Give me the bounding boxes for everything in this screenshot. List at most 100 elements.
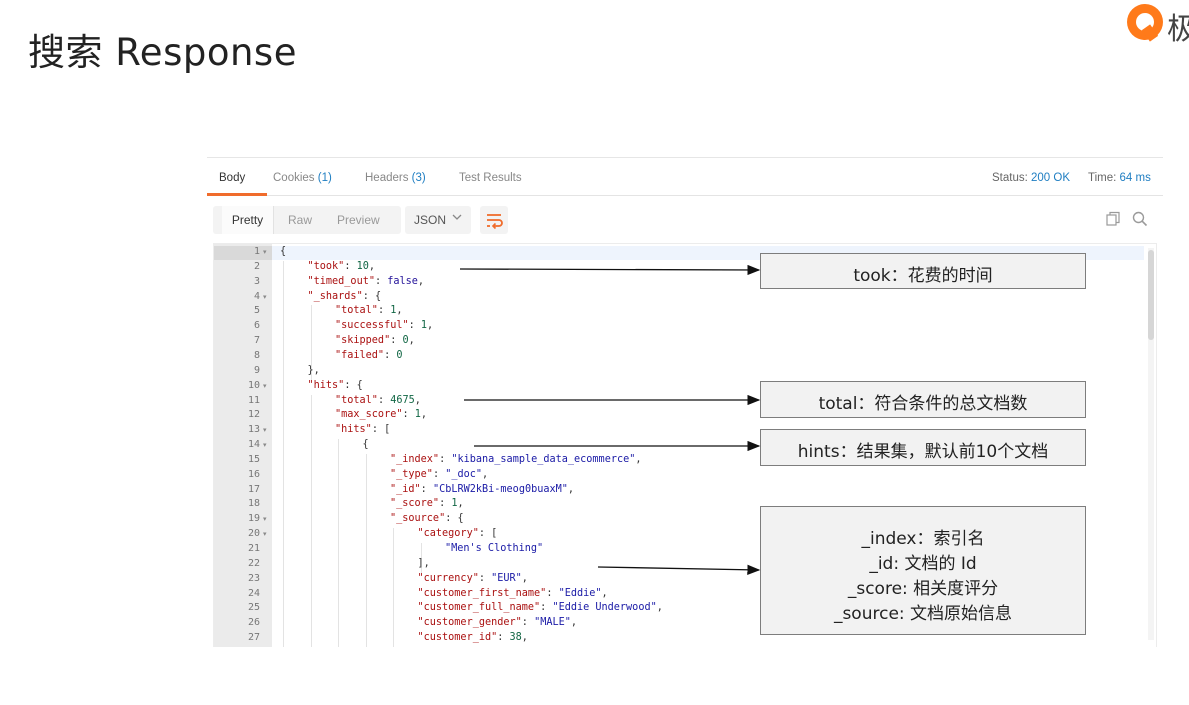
- line-number: 1: [253, 246, 260, 257]
- view-raw-button[interactable]: Raw: [288, 213, 312, 227]
- tab-body[interactable]: Body: [219, 172, 245, 184]
- format-select[interactable]: JSON: [405, 206, 471, 234]
- time-value: 64 ms: [1119, 172, 1151, 184]
- tab-headers-label: Headers: [365, 172, 409, 184]
- line-number: 3: [253, 275, 260, 287]
- tab-cookies[interactable]: Cookies (1): [273, 172, 332, 184]
- response-toolbar: Pretty Raw Preview JSON: [207, 204, 1163, 240]
- format-select-value: JSON: [414, 213, 447, 227]
- code-line: "skipped": 0,: [335, 335, 415, 347]
- line-number: 5: [253, 305, 260, 317]
- code-line: {: [280, 246, 287, 257]
- fold-toggle-icon[interactable]: ▾: [263, 530, 267, 538]
- tab-body-label: Body: [219, 172, 246, 184]
- code-line: },: [307, 364, 320, 376]
- code-line: "Men's Clothing": [445, 543, 544, 554]
- status-label: Status:: [992, 172, 1028, 184]
- editor-scrollbar-thumb[interactable]: [1148, 250, 1154, 340]
- indent-guide: [283, 260, 284, 647]
- response-tab-bar: Body Cookies (1) Headers (3) Test Result…: [207, 158, 1163, 196]
- tab-test-results-label: Test Results: [459, 172, 522, 184]
- annotation-hits-text: hints：结果集，默认前10个文档: [797, 442, 1049, 462]
- tab-test-results[interactable]: Test Results: [459, 172, 522, 184]
- line-number: 14: [247, 439, 260, 451]
- line-number: 9: [253, 364, 260, 376]
- code-line: "total": 4675,: [335, 394, 421, 406]
- indent-guide: [365, 453, 367, 647]
- fold-toggle-icon[interactable]: ▾: [263, 382, 267, 390]
- code-line: "customer_id": 38,: [417, 632, 528, 644]
- fold-toggle-icon[interactable]: ▾: [263, 293, 267, 301]
- line-number: 26: [247, 617, 260, 629]
- wrap-lines-button[interactable]: [480, 206, 508, 234]
- fold-toggle-icon[interactable]: ▾: [263, 248, 267, 256]
- code-line: "_shards": {: [307, 290, 382, 302]
- line-number: 2: [253, 260, 260, 272]
- fold-toggle-icon[interactable]: ▾: [263, 515, 267, 523]
- indent-guide: [393, 528, 394, 647]
- indent-guide: [310, 394, 312, 647]
- view-preview-button[interactable]: Preview: [337, 213, 380, 227]
- line-number: 6: [253, 320, 260, 332]
- line-number: 13: [247, 424, 260, 436]
- code-line: {: [362, 439, 369, 451]
- annotation-index-text: _index：索引名: [861, 529, 985, 549]
- line-number: 10: [247, 379, 260, 391]
- view-mode-switch: Pretty Raw Preview: [213, 206, 401, 234]
- tab-headers[interactable]: Headers (3): [365, 172, 426, 184]
- slide-title: 搜索 Response: [28, 31, 297, 74]
- time-readout: Time: 64 ms: [1088, 172, 1151, 184]
- code-line: "took": 10,: [307, 260, 376, 272]
- indent-guide: [338, 439, 339, 647]
- active-tab-indicator: [207, 193, 267, 196]
- annotation-total: total：符合条件的总文档数: [760, 381, 1086, 418]
- code-line: "_score": 1,: [390, 498, 464, 510]
- line-number: 4: [253, 290, 260, 302]
- code-line: "_source": {: [390, 513, 464, 525]
- line-number: 20: [247, 528, 260, 540]
- line-number: 24: [247, 587, 260, 599]
- code-line: "timed_out": false,: [307, 275, 425, 287]
- line-number: 16: [247, 468, 260, 480]
- line-number: 19: [247, 513, 260, 525]
- code-line: "hits": [: [335, 424, 391, 436]
- view-pretty-button[interactable]: Pretty: [222, 206, 274, 234]
- code-line: "failed": 0: [335, 349, 403, 361]
- code-line: "currency": "EUR",: [417, 572, 528, 584]
- line-number: 25: [247, 602, 260, 614]
- search-icon[interactable]: [1131, 210, 1149, 228]
- code-line: "successful": 1,: [335, 320, 434, 332]
- annotation-score-text: _score: 相关度评分: [847, 579, 999, 599]
- logo-text: 极: [1167, 12, 1189, 44]
- copy-icon[interactable]: [1104, 210, 1122, 228]
- line-number: 8: [253, 349, 260, 361]
- code-line: ],: [417, 557, 430, 569]
- chevron-down-icon: [451, 211, 463, 226]
- fold-toggle-icon[interactable]: ▾: [263, 441, 267, 449]
- code-line: "customer_gender": "MALE",: [417, 617, 578, 629]
- line-number: 12: [247, 409, 260, 421]
- line-number: 21: [247, 543, 260, 554]
- code-line: "customer_first_name": "Eddie",: [417, 587, 608, 599]
- annotation-total-text: total：符合条件的总文档数: [818, 394, 1028, 414]
- logo: 极: [1127, 4, 1189, 44]
- time-label: Time:: [1088, 172, 1117, 184]
- wrap-lines-icon: [487, 214, 503, 230]
- status-value: 200 OK: [1031, 172, 1071, 184]
- tab-headers-count: (3): [411, 172, 426, 184]
- code-line: "_type": "_doc",: [390, 468, 489, 480]
- line-number: 7: [253, 335, 260, 347]
- fold-toggle-icon[interactable]: ▾: [263, 426, 267, 434]
- code-line: "category": [: [417, 528, 498, 540]
- tab-cookies-label: Cookies: [273, 172, 315, 184]
- line-number: 27: [247, 632, 260, 644]
- annotation-id-text: _id: 文档的 Id: [869, 554, 977, 574]
- code-line: "_id": "CbLRW2kBi-meog0buaxM",: [390, 483, 575, 495]
- line-number: 17: [247, 483, 260, 495]
- code-line: "total": 1,: [335, 305, 403, 317]
- annotation-took: took：花费的时间: [760, 253, 1086, 289]
- status-readout: Status: 200 OK: [992, 172, 1070, 184]
- annotation-source-text: _source: 文档原始信息: [833, 604, 1013, 624]
- line-number: 23: [247, 572, 260, 584]
- line-number: 18: [247, 498, 260, 510]
